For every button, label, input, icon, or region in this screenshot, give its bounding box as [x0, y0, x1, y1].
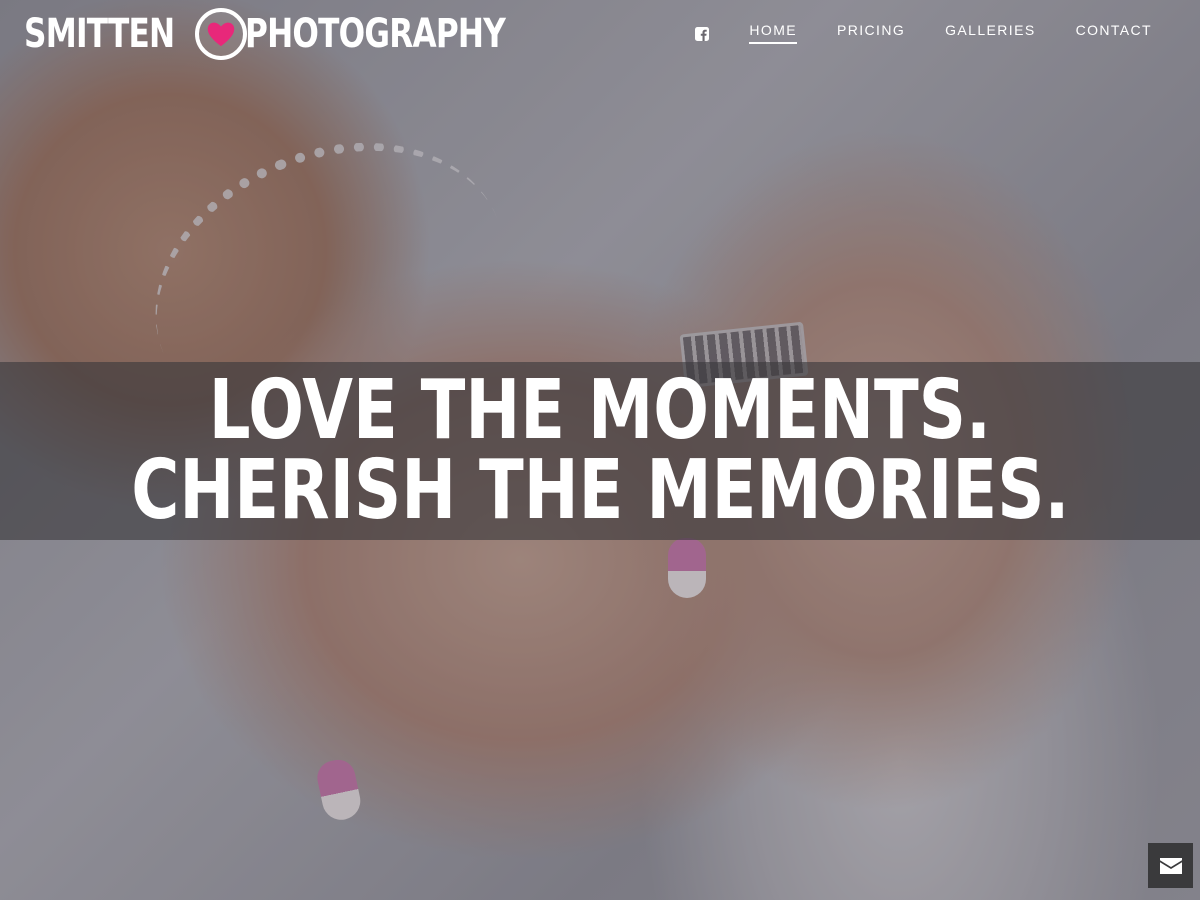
nav-item-contact[interactable]: CONTACT	[1076, 22, 1152, 44]
logo-word-left: SMITTEN	[24, 11, 175, 57]
nav-item-galleries[interactable]: GALLERIES	[945, 22, 1035, 44]
facebook-square-icon[interactable]	[695, 27, 710, 41]
nav-item-home[interactable]: HOME	[749, 22, 797, 44]
site-header: SMITTEN PHOTOGRAPHY HOME PRICING GALLERI…	[0, 0, 1200, 70]
heart-icon	[194, 8, 247, 60]
site-logo[interactable]: SMITTEN PHOTOGRAPHY	[24, 5, 578, 63]
hero-tagline-line-1: LOVE THE MOMENTS.	[208, 363, 992, 458]
logo-word-right: PHOTOGRAPHY	[244, 11, 506, 57]
hero-tagline-band: LOVE THE MOMENTS. CHERISH THE MEMORIES.	[0, 362, 1200, 540]
main-nav: HOME PRICING GALLERIES CONTACT	[695, 22, 1152, 44]
floating-contact-button[interactable]	[1148, 843, 1193, 888]
hero-tagline-line-2: CHERISH THE MEMORIES.	[130, 443, 1070, 538]
nav-item-pricing[interactable]: PRICING	[837, 22, 905, 44]
envelope-icon	[1159, 857, 1182, 874]
